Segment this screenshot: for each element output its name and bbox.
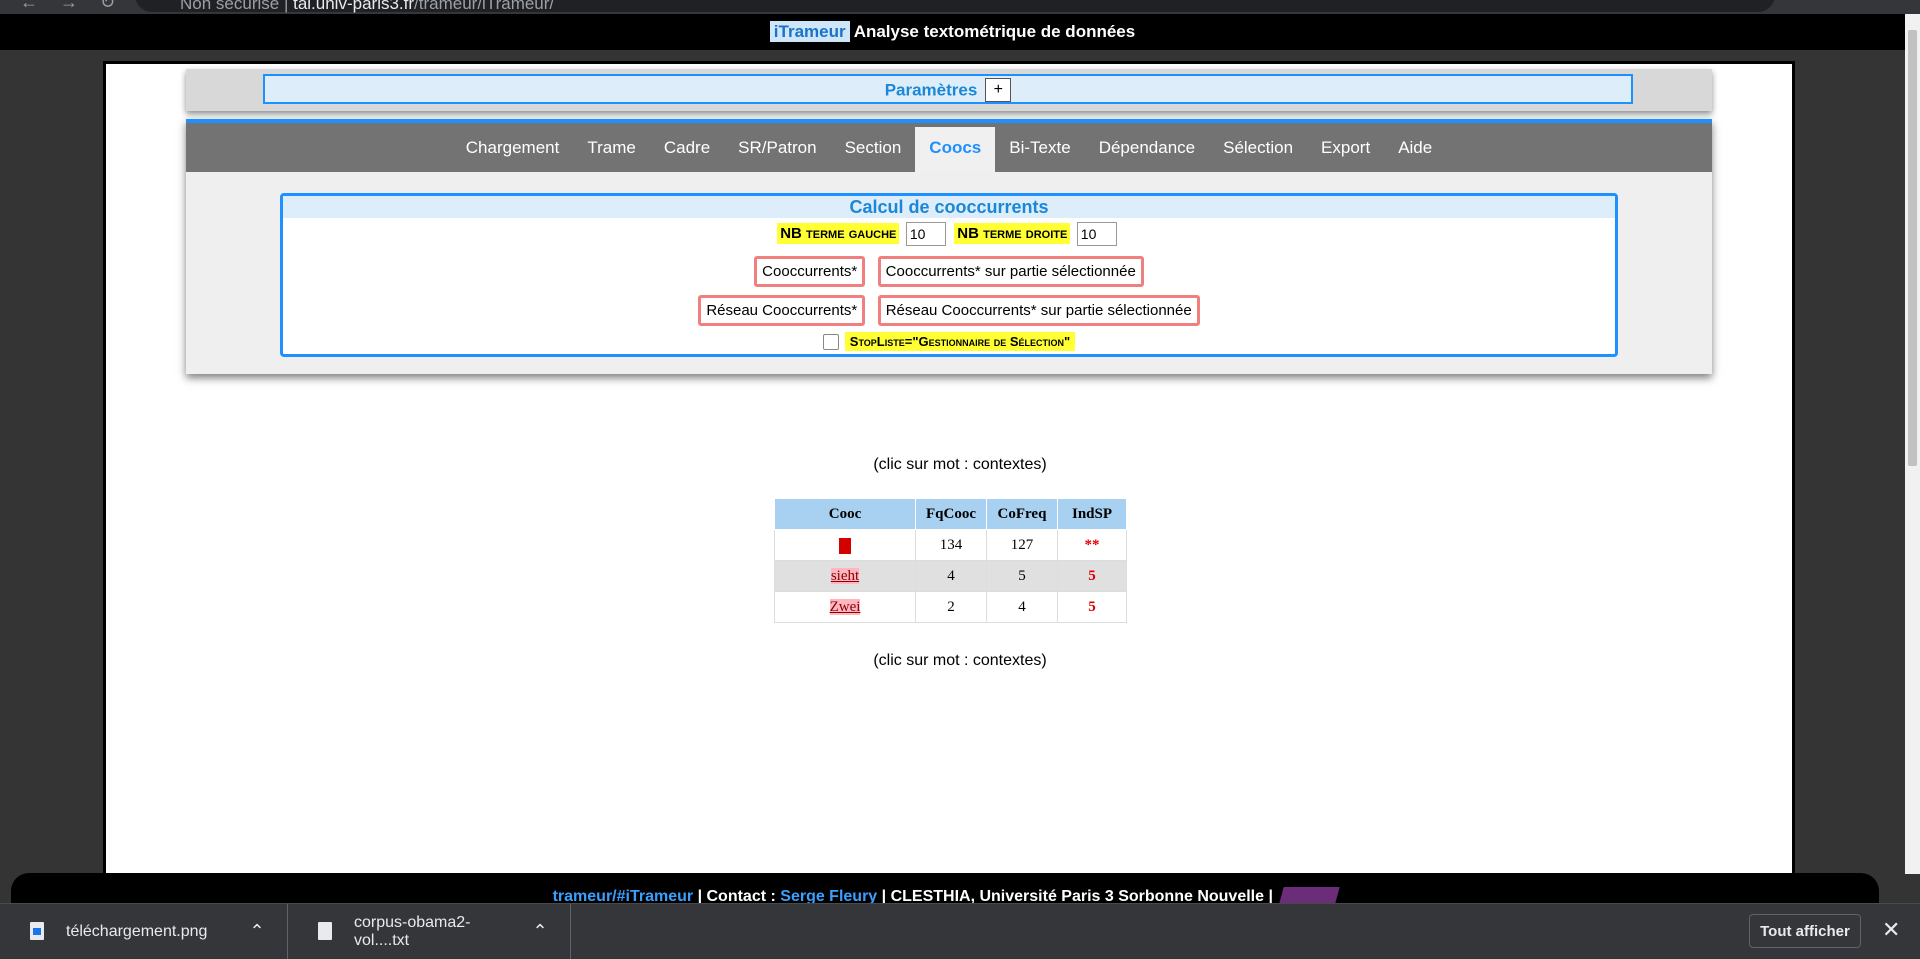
- footer-contact-link[interactable]: Serge Fleury: [780, 888, 877, 903]
- forward-icon[interactable]: →: [60, 0, 78, 13]
- right-term-label: NB terme droite: [954, 223, 1071, 245]
- page-footer: trameur/#iTrameur | Contact : Serge Fleu…: [11, 873, 1879, 903]
- tab-sélection[interactable]: Sélection: [1209, 127, 1307, 172]
- browser-toolbar: ← → ↻ Non sécurisé | tal.univ-paris3.fr/…: [0, 0, 1920, 14]
- download-item[interactable]: corpus-obama2-vol....txt ⌃: [288, 904, 571, 959]
- url-text[interactable]: Non sécurisé | tal.univ-paris3.fr/trameu…: [180, 0, 554, 14]
- tab-trame[interactable]: Trame: [573, 127, 650, 172]
- stoplist-checkbox[interactable]: [822, 333, 839, 350]
- indsp-cell: 5: [1057, 560, 1127, 592]
- footer-org: CLESTHIA, Université Paris 3 Sorbonne No…: [890, 888, 1265, 903]
- download-item[interactable]: téléchargement.png ⌃: [0, 904, 288, 959]
- parameters-expand-button[interactable]: +: [985, 77, 1012, 102]
- cooc-cell: sieht: [774, 560, 916, 592]
- cooc-results-table: Cooc FqCooc CoFreq IndSP ▇ 134 127 ** si…: [774, 498, 1127, 623]
- cooc-cell: ▇: [774, 529, 916, 561]
- brand-label[interactable]: iTrameur: [769, 21, 850, 42]
- parameters-panel: Paramètres +: [186, 69, 1712, 111]
- cooc-word-link[interactable]: ▇: [839, 537, 851, 554]
- parameters-title: Paramètres: [884, 80, 978, 100]
- scrollbar-thumb[interactable]: [1908, 30, 1917, 466]
- cofreq-cell: 127: [986, 529, 1058, 561]
- tab-coocs[interactable]: Coocs: [915, 127, 996, 172]
- cooc-word-link[interactable]: Zwei: [829, 598, 861, 615]
- table-row: sieht 4 5 5: [774, 560, 1127, 592]
- cooccurrents-selection-button[interactable]: Cooccurrents* sur partie sélectionnée: [877, 256, 1144, 287]
- network-buttons-row: Réseau Cooccurrents* Réseau Cooccurrents…: [283, 295, 1615, 326]
- back-icon[interactable]: ←: [20, 0, 38, 13]
- col-header-indsp[interactable]: IndSP: [1057, 498, 1127, 530]
- tool-panel: Chargement Trame Cadre SR/Patron Section Cooc…: [186, 119, 1712, 374]
- network-cooccurrents-selection-button[interactable]: Réseau Cooccurrents* sur partie sélectio…: [877, 295, 1200, 326]
- tab-list: Chargement Trame Cadre SR/Patron Section Cooc…: [186, 123, 1712, 172]
- table-header-row: Cooc FqCooc CoFreq IndSP: [774, 498, 1127, 530]
- indsp-cell: **: [1057, 529, 1127, 561]
- cofreq-cell: 4: [986, 591, 1058, 623]
- stoplist-row: StopListe="Gestionnaire de Sélection": [283, 332, 1615, 351]
- footer-trameur-link[interactable]: trameur/#iTrameur: [553, 888, 694, 903]
- stoplist-label: StopListe="Gestionnaire de Sélection": [844, 332, 1076, 351]
- indsp-cell: 5: [1057, 591, 1127, 623]
- network-cooccurrents-button[interactable]: Réseau Cooccurrents*: [698, 295, 866, 326]
- cooc-buttons-row: Cooccurrents* Cooccurrents* sur partie s…: [283, 256, 1615, 287]
- window-size-row: NB terme gauche NB terme droite: [283, 222, 1615, 246]
- cooc-word-link[interactable]: sieht: [830, 567, 860, 584]
- chevron-up-icon[interactable]: ⌃: [227, 921, 287, 942]
- tab-chargement[interactable]: Chargement: [452, 127, 574, 172]
- tab-bar: Chargement Trame Cadre SR/Patron Section Cooc…: [186, 123, 1712, 172]
- image-file-icon: [30, 921, 46, 942]
- cooccurrents-button[interactable]: Cooccurrents*: [754, 256, 866, 287]
- tab-cadre[interactable]: Cadre: [650, 127, 724, 172]
- tab-section[interactable]: Section: [831, 127, 916, 172]
- tab-aide[interactable]: Aide: [1384, 127, 1446, 172]
- left-term-label: NB terme gauche: [777, 223, 900, 245]
- col-header-cooc[interactable]: Cooc: [774, 498, 916, 530]
- text-file-icon: [318, 921, 334, 942]
- reload-icon[interactable]: ↻: [100, 0, 115, 13]
- download-bar: téléchargement.png ⌃ corpus-obama2-vol..…: [0, 903, 1920, 959]
- security-label: Non sécurisé: [180, 0, 280, 13]
- cooc-cell: Zwei: [774, 591, 916, 623]
- footer-contact-label: Contact :: [706, 888, 776, 903]
- url-host: tal.univ-paris3.fr: [293, 0, 415, 13]
- tab-export[interactable]: Export: [1307, 127, 1384, 172]
- context-hint-top: (clic sur mot : contextes): [873, 456, 1047, 473]
- left-term-input[interactable]: [905, 222, 946, 246]
- download-filename: téléchargement.png: [66, 922, 208, 940]
- fqcooc-cell: 4: [915, 560, 987, 592]
- tab-sr-patron[interactable]: SR/Patron: [724, 127, 830, 172]
- page-title: Analyse textométrique de données: [853, 22, 1136, 41]
- fqcooc-cell: 134: [915, 529, 987, 561]
- table-row: ▇ 134 127 **: [774, 529, 1127, 561]
- context-hint-bottom: (clic sur mot : contextes): [873, 652, 1047, 669]
- col-header-fqcooc[interactable]: FqCooc: [915, 498, 987, 530]
- url-path: /trameur/iTrameur/: [414, 0, 555, 13]
- tab-dépendance[interactable]: Dépendance: [1085, 127, 1209, 172]
- download-filename: corpus-obama2-vol....txt: [354, 913, 471, 949]
- cooc-calc-title: Calcul de cooccurrents: [283, 196, 1615, 218]
- close-icon[interactable]: ✕: [1882, 917, 1900, 943]
- right-term-input[interactable]: [1076, 222, 1117, 246]
- cofreq-cell: 5: [986, 560, 1058, 592]
- col-header-cofreq[interactable]: CoFreq: [986, 498, 1058, 530]
- cooc-calc-box: Calcul de cooccurrents NB terme gauche N…: [280, 193, 1618, 357]
- show-all-downloads-button[interactable]: Tout afficher: [1749, 914, 1861, 948]
- chevron-up-icon[interactable]: ⌃: [510, 921, 570, 942]
- fqcooc-cell: 2: [915, 591, 987, 623]
- page-title-bar: iTrameur Analyse textométrique de donnée…: [0, 14, 1905, 50]
- clesthia-logo[interactable]: [1278, 886, 1341, 903]
- tab-bi-texte[interactable]: Bi-Texte: [995, 127, 1084, 172]
- parameters-header: Paramètres +: [263, 74, 1633, 104]
- table-row: Zwei 2 4 5: [774, 591, 1127, 623]
